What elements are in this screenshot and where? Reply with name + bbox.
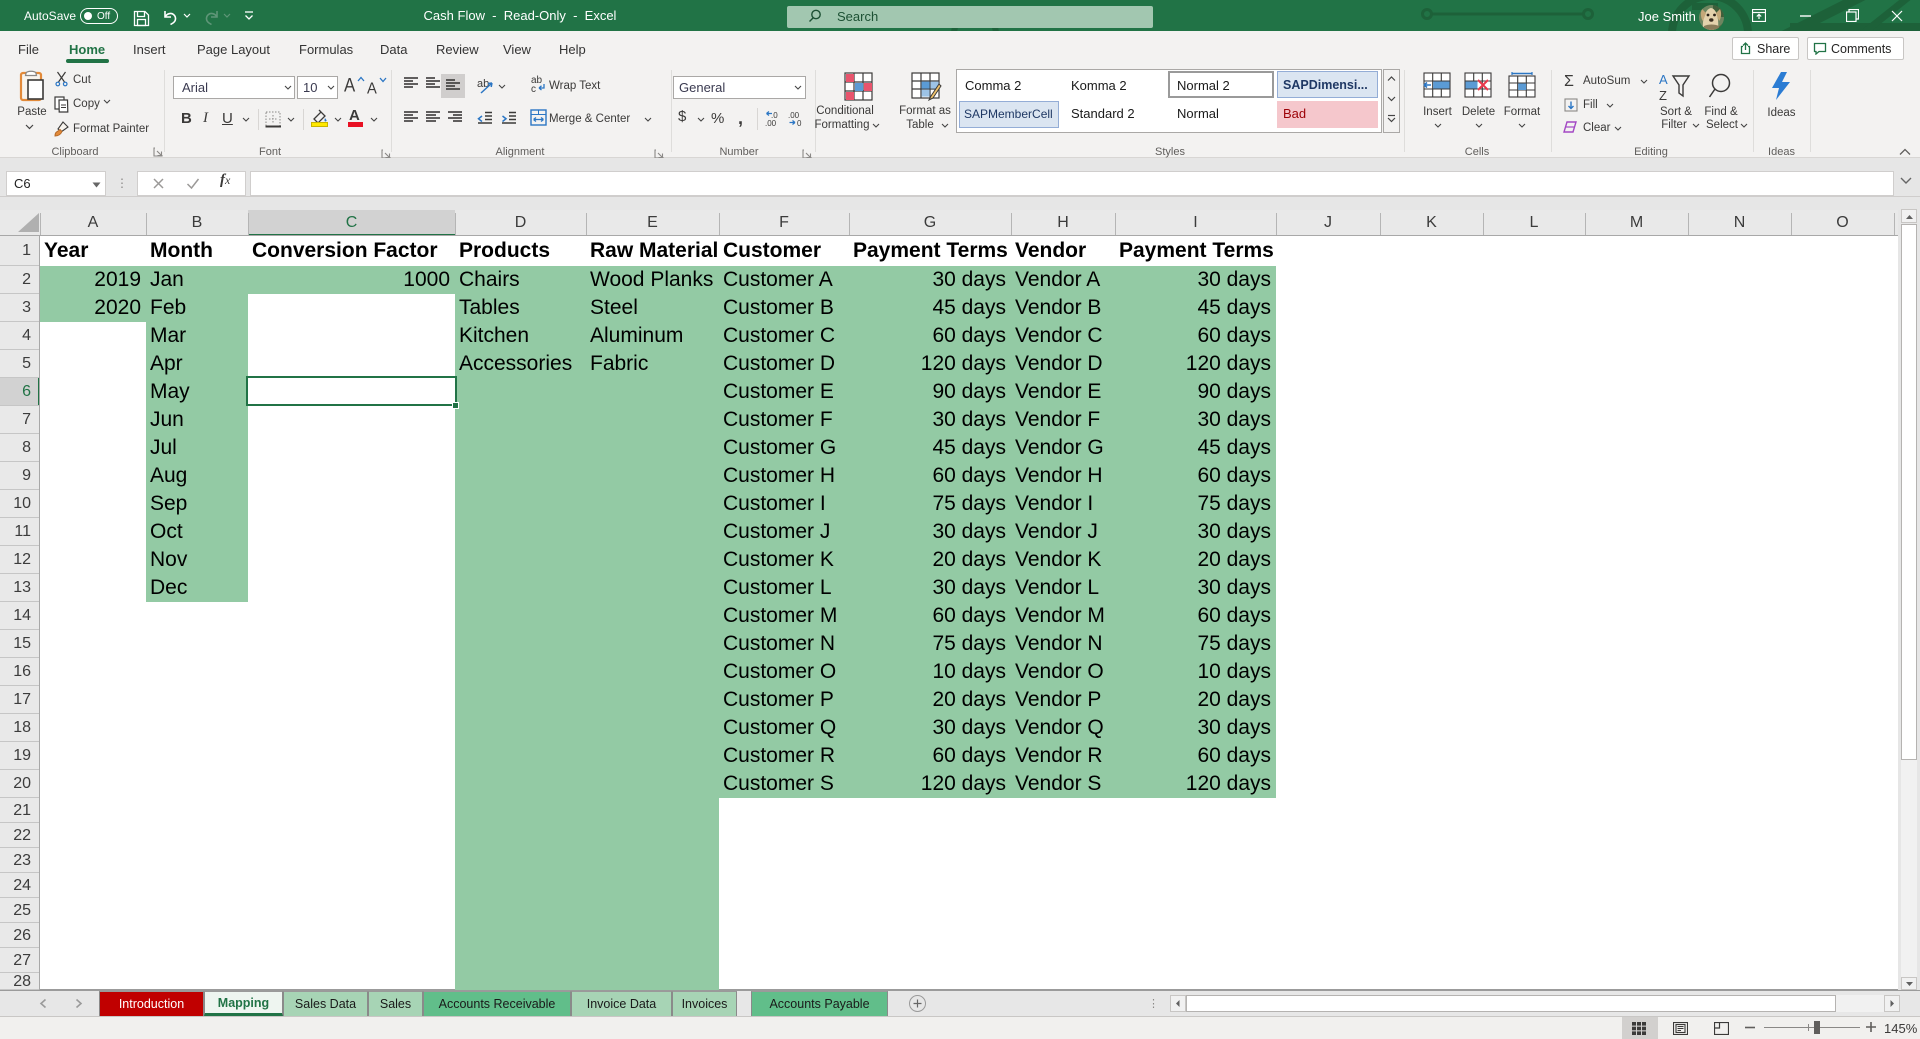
svg-text:A: A: [1659, 72, 1668, 87]
svg-text:c: c: [531, 84, 536, 94]
svg-text:ab: ab: [477, 78, 489, 90]
svg-text:0: 0: [797, 119, 802, 127]
svg-text:.00: .00: [765, 119, 777, 127]
svg-text:Z: Z: [1659, 88, 1667, 102]
